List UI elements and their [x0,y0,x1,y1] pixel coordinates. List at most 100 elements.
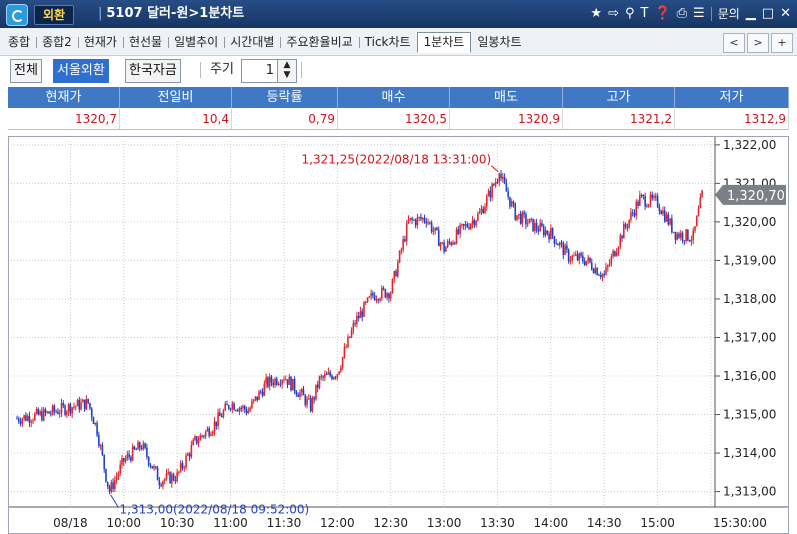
filter-korea-money-button[interactable]: 한국자금 [125,59,181,83]
candle-body [357,315,360,319]
chart-canvas[interactable]: 1,322,001,321,001,320,001,319,001,318,00… [9,137,788,533]
tab-summary2[interactable]: 종합2 [36,32,78,52]
candle-body [151,466,154,469]
candle-body [19,421,22,424]
quote-header-cell: 전일비 [120,87,232,108]
tab-by-time[interactable]: 시간대별 [224,32,280,52]
candle-body [215,421,218,426]
price-chart[interactable]: 1,322,00 1,321,00 1,320,00 1,319,00 1,318,00… [8,136,789,534]
y-tick-label: 1,320,00 [723,215,776,229]
candle-body [468,227,470,229]
candle-body [502,176,504,179]
help-icon[interactable]: ❓ [654,4,670,24]
market-badge[interactable]: 외환 [34,5,75,25]
candle-body [309,398,312,412]
star-icon[interactable]: ★ [590,4,602,24]
candle-body [174,479,177,482]
candle-body [32,420,34,422]
candle-body [574,254,577,256]
candle-body [345,347,348,349]
candle-body [226,403,228,406]
candle-body [658,206,661,211]
candle-body [548,233,550,240]
x-tick-label: 15:30:00 [713,516,767,530]
candle-body [103,454,105,469]
candle-body [420,217,422,220]
candle-body [432,230,435,232]
candle-body [236,410,239,412]
candle-body [137,442,139,450]
export-icon[interactable]: ⇨ [608,4,619,24]
candle-body [37,409,40,415]
candle-body [274,378,276,386]
candle-body [124,458,127,462]
minimize-button[interactable]: ▁ [746,4,756,24]
candle-body [665,214,668,222]
tab-next-button[interactable]: > [747,33,769,53]
tab-add-button[interactable]: + [771,33,793,53]
candle-body [243,406,246,410]
candle-body [623,224,625,239]
title-code-name: 5107 달러-원 [106,6,189,21]
tab-daily-trend[interactable]: 일별추이 [168,32,224,52]
period-value[interactable]: 1 [266,60,274,82]
tab-tick-chart[interactable]: Tick차트 [358,32,417,52]
title-toolbar: ★ ⇨ ⚲ T ❓ ⎙ ☰ 문의 ▁ □ ✕ [590,4,791,24]
tab-daily-chart[interactable]: 일봉차트 [471,32,527,52]
period-stepper[interactable]: 1 ▲ ▼ [241,59,297,83]
candle-body [453,242,456,244]
x-tick-label: 10:30 [160,516,195,530]
candle-body [487,190,490,197]
candle-body [156,467,159,481]
link-icon[interactable]: ⚲ [625,4,635,24]
candle-body [393,271,396,280]
candle-body [477,213,479,221]
candle-body [224,403,226,411]
tab-current-price[interactable]: 현재가 [77,32,123,52]
candle-body [313,397,315,400]
candle-body [133,446,136,450]
candle-body [142,443,145,449]
quote-ask: 1320,9 [450,108,563,130]
candle-body [617,247,620,253]
print-icon[interactable]: ⎙ [677,4,687,24]
candle-body [639,195,641,206]
candle-body [94,422,97,425]
inquiry-button[interactable]: 문의 [718,4,740,24]
candle-body [58,413,61,415]
candle-body [359,311,362,319]
close-button[interactable]: ✕ [780,4,791,24]
candle-body [336,374,339,378]
app-logo-icon [6,4,28,26]
filter-all-button[interactable]: 전체 [10,59,42,83]
maximize-button[interactable]: □ [762,4,774,24]
candle-body [480,208,483,213]
quote-header-cell: 등락률 [232,87,338,108]
candle-body [66,411,68,415]
candle-body [343,347,346,357]
candle-body [370,293,372,297]
candle-body [235,410,237,412]
candle-body [69,404,72,414]
y-tick-label: 1,317,00 [723,330,776,344]
tab-prev-button[interactable]: < [723,33,745,53]
title-screen: 1분차트 [199,6,245,21]
tab-spot-futures[interactable]: 현선물 [122,32,168,52]
candle-body [267,377,269,387]
candle-body [331,375,333,380]
candle-body [425,221,428,224]
tab-1min-chart[interactable]: 1분차트 [416,31,472,53]
candle-body [112,482,114,490]
period-spin-icon[interactable]: ▲ ▼ [277,60,296,82]
candle-body [653,196,655,199]
text-icon[interactable]: T [641,4,649,24]
candle-body [366,297,369,303]
filter-seoul-fx-button[interactable]: 서울외환 [53,59,109,83]
candle-body [322,376,324,378]
candle-body [541,223,543,227]
candle-body [35,409,38,414]
candle-body [660,210,662,215]
list-icon[interactable]: ☰ [693,4,705,24]
tab-major-fx-compare[interactable]: 주요환율비교 [280,32,358,52]
tab-summary[interactable]: 종합 [2,32,36,52]
